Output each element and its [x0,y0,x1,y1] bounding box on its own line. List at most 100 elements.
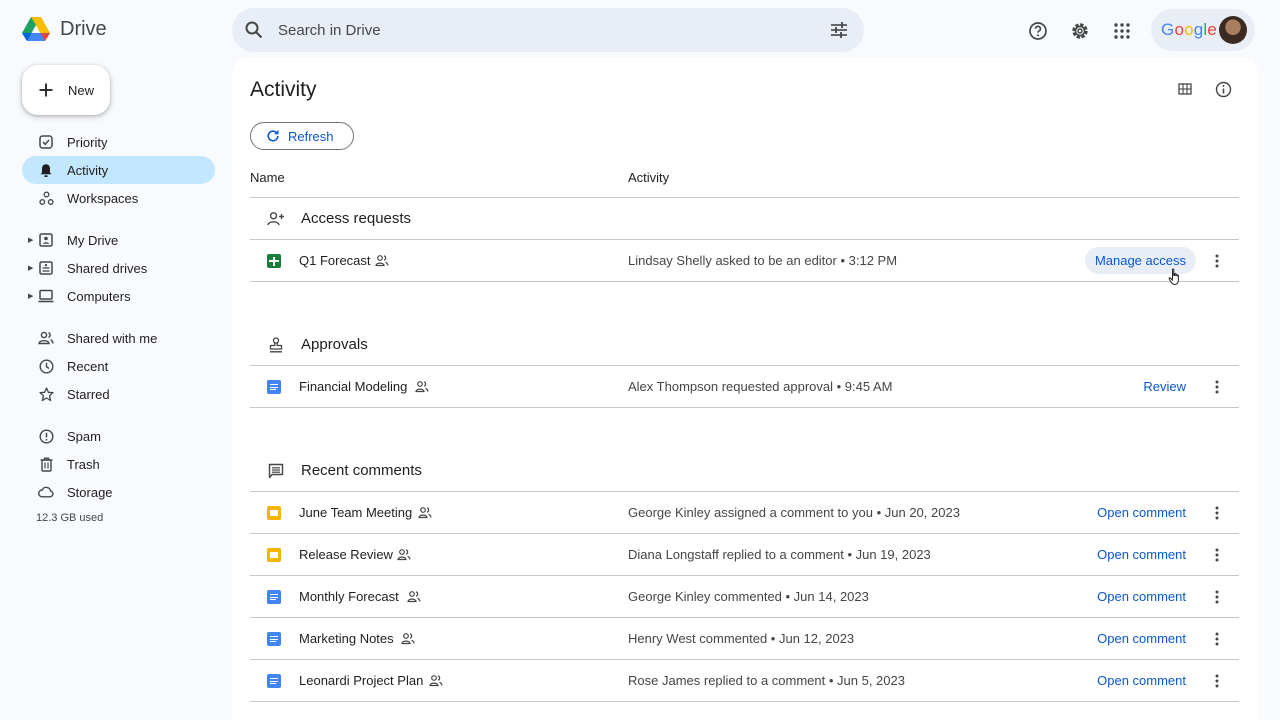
apps-grid-icon [1114,23,1130,39]
section-title: Recent comments [301,462,422,479]
computer-icon [38,289,54,303]
comment-icon [268,463,284,478]
shared-people-icon [415,381,429,393]
docs-file-icon [267,674,281,688]
open-comment-button[interactable]: Open comment [1097,631,1186,646]
file-name[interactable]: Release Review [299,547,393,562]
sidebar-item-label: Storage [67,484,113,500]
table-row[interactable]: Leonardi Project Plan Rose James replied… [250,660,1239,702]
shared-people-icon [397,549,411,561]
people-icon [38,331,54,345]
slides-file-icon [267,506,281,520]
open-comment-button[interactable]: Open comment [1097,589,1186,604]
docs-file-icon [267,380,281,394]
sidebar-item-label: Shared drives [67,260,148,276]
more-options-button[interactable] [1207,251,1227,271]
open-comment-button[interactable]: Open comment [1097,547,1186,562]
file-name[interactable]: Monthly Forecast [299,589,399,604]
section-header-access-requests: Access requests [250,198,1239,240]
more-options-button[interactable] [1207,629,1227,649]
cloud-icon [38,486,54,498]
expand-caret-icon[interactable]: ▶ [28,292,33,300]
more-vert-icon [1215,506,1219,519]
more-options-button[interactable] [1207,377,1227,397]
search-bar[interactable] [232,8,864,52]
storage-used-text: 12.3 GB used [36,512,104,524]
sidebar-item-storage[interactable]: Storage [22,478,215,506]
open-comment-button[interactable]: Open comment [1097,505,1186,520]
more-options-button[interactable] [1207,545,1227,565]
new-button[interactable]: New [22,65,110,115]
spam-icon [38,428,54,444]
activity-text: Alex Thompson requested approval • 9:45 … [628,379,893,394]
info-icon[interactable] [1215,81,1232,98]
search-input[interactable] [278,21,828,39]
table-row[interactable]: Marketing Notes Henry West commented • J… [250,618,1239,660]
more-options-button[interactable] [1207,671,1227,691]
app-name: Drive [60,17,107,40]
review-button[interactable]: Review [1143,379,1186,394]
table-row[interactable]: Release Review Diana Longstaff replied t… [250,534,1239,576]
sheets-file-icon [267,254,281,268]
apps-button[interactable] [1102,12,1142,50]
settings-button[interactable] [1060,12,1100,50]
main-content: Activity Refresh Name Activity Access re… [232,58,1258,720]
grid-view-icon[interactable] [1178,82,1192,96]
sidebar-item-recent[interactable]: Recent [22,352,215,380]
sidebar-item-workspaces[interactable]: Workspaces [22,184,215,212]
refresh-button[interactable]: Refresh [250,122,354,150]
open-comment-button[interactable]: Open comment [1097,673,1186,688]
help-button[interactable] [1018,12,1058,50]
sidebar-item-shared-drives[interactable]: ▶ Shared drives [22,254,215,282]
more-options-button[interactable] [1207,587,1227,607]
file-name[interactable]: Marketing Notes [299,631,394,646]
sidebar-item-label: Workspaces [67,190,139,206]
sidebar-item-label: My Drive [67,232,119,248]
activity-text: George Kinley assigned a comment to you … [628,505,960,520]
section-title: Access requests [301,210,412,227]
expand-caret-icon[interactable]: ▶ [28,236,33,244]
person-add-icon [267,211,284,225]
shared-people-icon [418,507,432,519]
bell-icon [40,163,52,177]
activity-text: Henry West commented • Jun 12, 2023 [628,631,855,646]
table-row[interactable]: June Team Meeting George Kinley assigned… [250,492,1239,534]
sidebar-item-label: Shared with me [67,330,158,346]
shared-people-icon [401,633,415,645]
file-name[interactable]: June Team Meeting [299,505,412,520]
column-header-name[interactable]: Name [250,170,285,185]
more-options-button[interactable] [1207,503,1227,523]
table-header: Name Activity [250,158,1239,198]
drive-logo-icon [22,17,50,41]
sidebar-item-label: Activity [67,162,109,178]
table-row[interactable]: Financial Modeling Alex Thompson request… [250,366,1239,408]
docs-file-icon [267,632,281,646]
account-switcher[interactable]: Google [1151,9,1255,51]
sidebar-nav: Priority Activity Workspaces ▶ My Drive … [22,128,215,524]
search-options-icon[interactable] [828,19,850,41]
drive-logo[interactable]: Drive [22,16,107,42]
new-button-label: New [68,82,95,98]
sidebar-item-my-drive[interactable]: ▶ My Drive [22,226,215,254]
sidebar-item-trash[interactable]: Trash [22,450,215,478]
sidebar-item-computers[interactable]: ▶ Computers [22,282,215,310]
shared-people-icon [429,675,443,687]
avatar[interactable] [1219,16,1247,44]
column-header-activity[interactable]: Activity [628,170,669,185]
google-wordmark: Google [1161,20,1218,39]
table-row[interactable]: Monthly Forecast George Kinley commented… [250,576,1239,618]
sidebar-item-activity[interactable]: Activity [22,156,215,184]
help-icon [1029,22,1047,40]
file-name[interactable]: Leonardi Project Plan [299,673,423,688]
section-title: Approvals [301,336,368,353]
sidebar-item-shared-with-me[interactable]: Shared with me [22,324,215,352]
table-row[interactable]: Q1 Forecast Lindsay Shelly asked to be a… [250,240,1239,282]
file-name[interactable]: Q1 Forecast [299,253,371,268]
search-icon[interactable] [244,20,264,40]
sidebar-item-spam[interactable]: Spam [22,422,215,450]
file-name[interactable]: Financial Modeling [299,379,407,394]
sidebar-item-starred[interactable]: Starred [22,380,215,408]
sidebar-item-priority[interactable]: Priority [22,128,215,156]
expand-caret-icon[interactable]: ▶ [28,264,33,272]
page-title: Activity [250,78,317,101]
